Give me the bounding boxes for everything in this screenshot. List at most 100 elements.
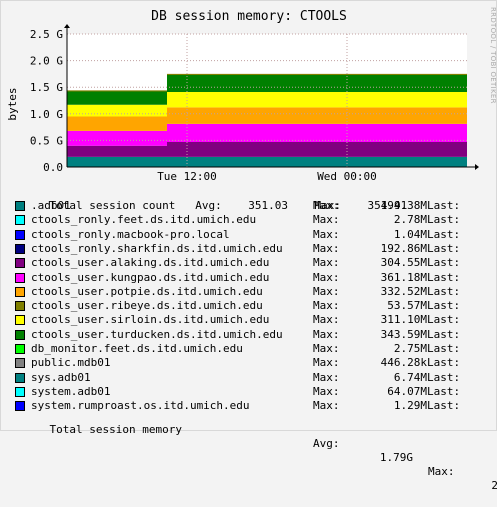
legend-swatch [15,215,25,226]
legend-max-label: Max: [313,356,340,370]
legend-last-value: 44 [465,356,497,370]
session-count-avg: 351.03 [248,199,288,212]
legend-max-label: Max: [313,284,340,298]
y-tick-label: 0.0 [43,161,63,174]
session-memory-label: Total session memory [49,423,182,436]
legend-swatch [15,329,25,340]
legend-series-name: db_monitor.feet.ds.itd.umich.edu [31,342,243,355]
legend-last-label: Last: [427,256,461,270]
legend-max-value: 6.74M [393,370,427,384]
y-tick-label: 1.0 G [30,108,63,121]
legend-last-value: 28 [465,256,497,270]
legend-max-label: Max: [313,299,340,313]
legend-max-value: 343.59M [380,327,427,341]
legend-series-name: ctools_user.ribeye.ds.itd.umich.edu [31,299,263,313]
legend-series-name: ctools_user.turducken.ds.itd.umich.edu [31,327,283,341]
legend-series-name: system.adb01 [31,384,111,398]
legend-max-label: Max: [313,370,340,384]
legend-max-value: 361.18M [380,270,427,284]
legend-max-value: 2.75M [393,342,427,355]
session-memory-max-label: Max: [428,465,455,478]
legend-swatch [15,229,25,240]
legend-series-name: ctools_ronly.feet.ds.itd.umich.edu [31,213,257,227]
legend-series-name: public.mdb01 [31,356,111,370]
legend-max-label: Max: [313,213,340,227]
legend-swatch [15,243,25,254]
graph-frame: DB session memory: CTOOLS bytes 0.0 0.5 G… [0,0,497,492]
legend-last-label: Last: [427,199,461,212]
y-tick-label: 2.0 G [30,55,63,68]
legend-last-value: 6 [465,385,497,399]
x-axis-arrow [475,164,479,170]
legend-last-label: Last: [427,342,461,355]
legend-max-value: 192.86M [380,241,427,255]
legend-swatch [15,272,25,283]
legend-last-label: Last: [427,370,461,384]
legend-last-label: Last: [427,327,461,341]
legend-max-label: Max: [313,256,340,270]
legend-last-label: Last: [427,299,461,313]
legend-max-label: Max: [313,270,340,284]
rrdtool-credit: RRDTOOL / TOBI OETIKER [489,7,497,104]
legend-max-label: Max: [313,342,340,355]
legend-max-label: Max: [313,313,340,327]
x-tick-label: Wed 00:00 [317,170,377,183]
x-tick-label: Tue 12:00 [157,170,217,183]
legend-series-name: ctools_user.alaking.ds.itd.umich.edu [31,256,270,270]
legend-series-name: ctools_user.kungpao.ds.itd.umich.edu [31,270,270,284]
series-area-0 [67,156,467,167]
legend-max-value: 311.10M [380,313,427,327]
legend-last-label: Last: [427,356,461,370]
legend-last-value: 29 [465,313,497,327]
legend-max-value: 1.04M [393,227,427,241]
legend-max-label: Max: [313,227,340,241]
legend-max-value: 194.38M [380,199,427,212]
plot-area: 0.0 0.5 G 1.0 G 1.5 G 2.0 G 2.5 G Tue 12:00 Wed… [30,24,479,183]
legend-swatch [15,301,25,312]
session-memory-avg: 1.79G [379,451,413,464]
legend-swatch [15,386,25,397]
y-tick-label: 0.5 G [30,134,63,147]
legend-swatch [15,315,25,326]
session-memory-avg-label: Avg: [313,437,340,450]
legend-max-value: 304.55M [380,256,427,270]
legend-series-name: ctools_ronly.sharkfin.ds.itd.umich.edu [31,241,283,255]
y-axis-arrow [64,24,70,28]
y-tick-label: 2.5 G [30,28,63,41]
legend-last-label: Last: [427,313,461,327]
y-tick-label: 1.5 G [30,81,63,94]
legend-last-label: Last: [427,227,461,241]
session-memory-summary: Total session memory Avg: 1.79G Max: 2 [23,409,497,507]
legend-swatch [15,201,25,211]
session-count-avg-label: Avg: [195,199,222,212]
chart-title: DB session memory: CTOOLS [151,9,347,24]
legend-last-value: 90 [465,228,497,242]
legend-series-name: ctools_user.sirloin.ds.itd.umich.edu [31,313,270,327]
legend-max-label: Max: [313,241,340,255]
legend-max-label: Max: [313,199,340,212]
legend-last-value: 19 [465,199,497,213]
legend-last-value: 31 [465,285,497,299]
legend-series-name: .adb01 [31,199,71,212]
legend-max-label: Max: [313,384,340,398]
legend-last-value: 5 [465,299,497,313]
legend-last-value: 34 [465,271,497,285]
legend-swatch [15,286,25,297]
legend-swatch [15,372,25,383]
legend-max-value: 53.57M [387,299,427,313]
session-memory-max: 2 [491,479,497,492]
legend-last-value: 32 [465,328,497,342]
legend-max-label: Max: [313,327,340,341]
legend-swatch [15,258,25,269]
legend-max-value: 2.78M [393,213,427,227]
y-axis-label: bytes [6,87,19,120]
legend-swatch [15,344,25,354]
legend-series-name: sys.adb01 [31,370,91,384]
legend-max-value: 332.52M [380,284,427,298]
chart: DB session memory: CTOOLS bytes 0.0 0.5 G… [6,9,479,183]
legend-series-name: ctools_ronly.macbook-pro.local [31,227,230,241]
legend-max-value: 64.07M [387,384,427,398]
legend-last-label: Last: [427,270,461,284]
legend-last-label: Last: [427,213,461,227]
legend-last-label: Last: [427,384,461,398]
